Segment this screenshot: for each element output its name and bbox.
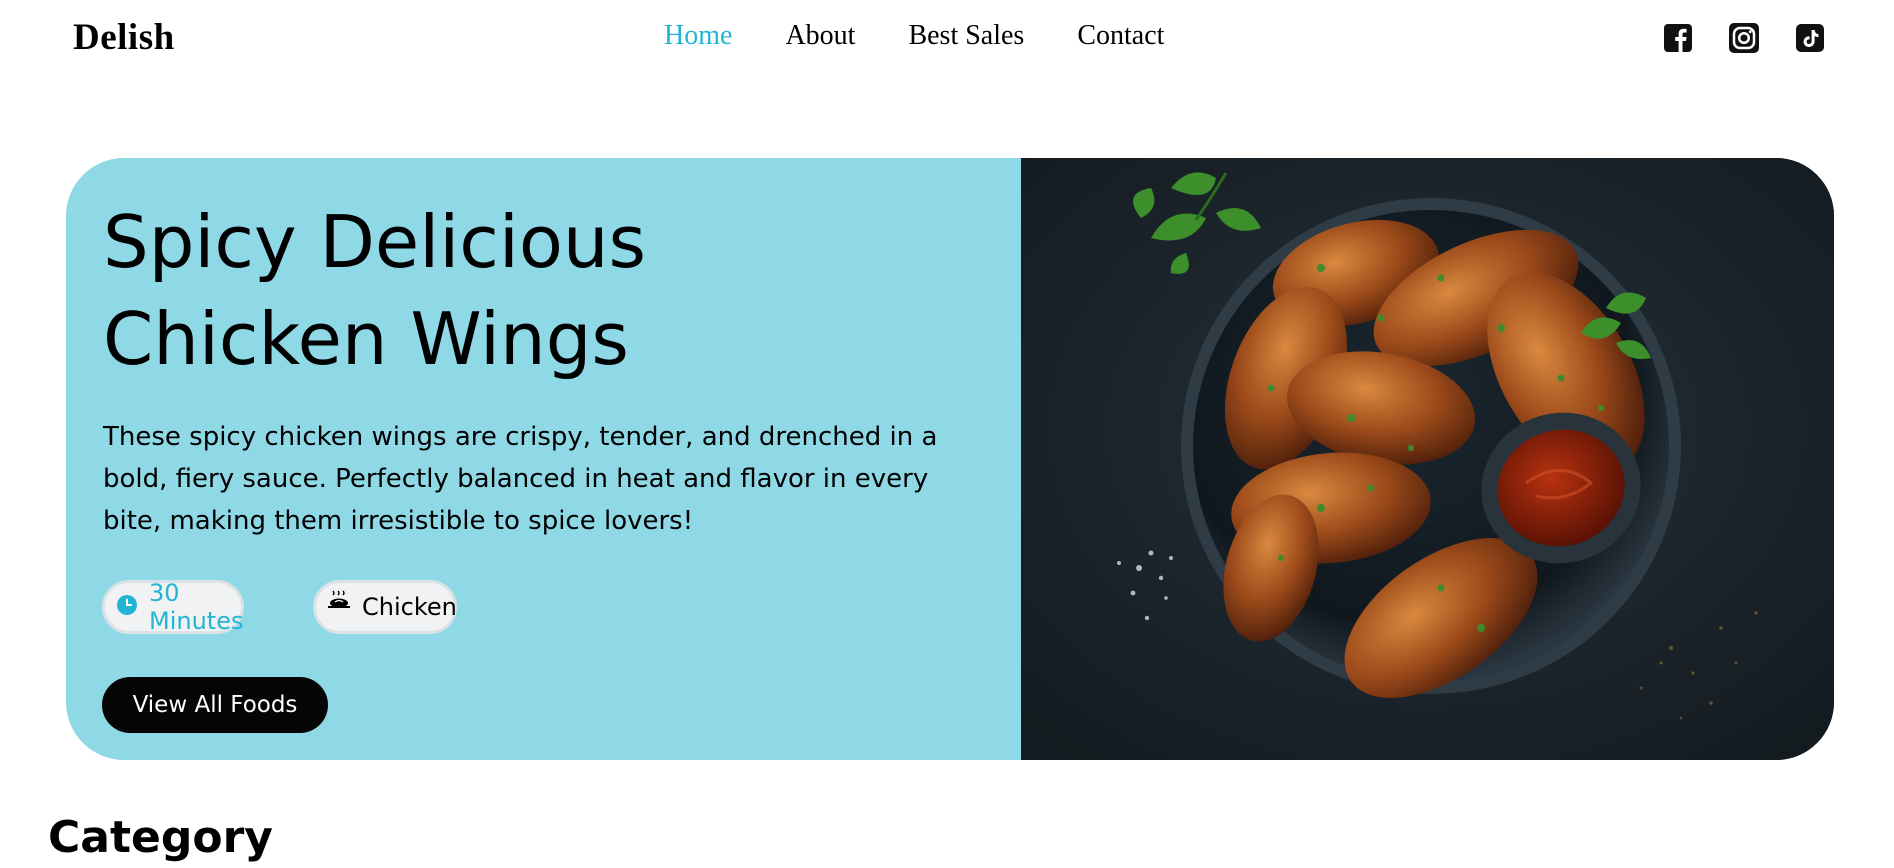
view-all-foods-button[interactable]: View All Foods bbox=[102, 677, 328, 733]
chicken-dish-icon bbox=[326, 588, 352, 616]
chicken-wings-plate-image bbox=[1021, 158, 1834, 760]
brand-logo[interactable]: Delish bbox=[73, 16, 175, 59]
cook-time-badge: 30 Minutes bbox=[102, 579, 244, 635]
instagram-icon[interactable] bbox=[1728, 22, 1760, 54]
hero-content: Spicy Delicious Chicken Wings These spicy… bbox=[66, 158, 1021, 760]
category-section-title: Category bbox=[48, 812, 273, 863]
hero-title: Spicy Delicious Chicken Wings bbox=[103, 194, 903, 388]
cook-time-label: 30 Minutes bbox=[149, 579, 244, 635]
nav-link-home[interactable]: Home bbox=[664, 20, 732, 52]
hero-title-line1: Spicy Delicious bbox=[103, 200, 647, 284]
nav-link-about[interactable]: About bbox=[785, 20, 855, 52]
clock-icon bbox=[117, 593, 137, 621]
tiktok-icon[interactable] bbox=[1794, 22, 1826, 54]
main-menu: Home About Best Sales Contact bbox=[664, 20, 1164, 52]
top-navbar: Delish Home About Best Sales Contact bbox=[0, 0, 1894, 78]
category-badge: Chicken bbox=[313, 580, 457, 634]
nav-link-best-sales[interactable]: Best Sales bbox=[908, 20, 1024, 52]
social-links bbox=[1662, 22, 1826, 54]
hero-description: These spicy chicken wings are crispy, te… bbox=[103, 422, 938, 536]
hero-title-line2: Chicken Wings bbox=[103, 297, 629, 381]
hero-banner: Spicy Delicious Chicken Wings These spicy… bbox=[66, 158, 1834, 760]
category-label: Chicken bbox=[362, 593, 457, 621]
nav-link-contact[interactable]: Contact bbox=[1077, 20, 1164, 52]
facebook-icon[interactable] bbox=[1662, 22, 1694, 54]
